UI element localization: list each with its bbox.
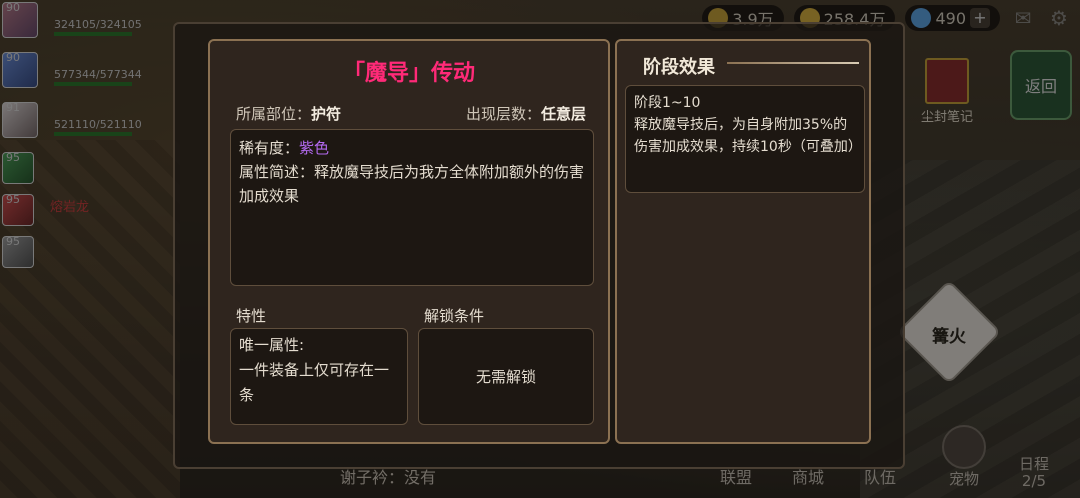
stage-range: 阶段1~10	[634, 95, 701, 111]
divider	[727, 62, 859, 64]
stage-title: 阶段效果	[643, 57, 715, 78]
stage-effect-box: 阶段1~10 释放魔导技后，为自身附加35%的伤害加成效果，持续10秒（可叠加）	[625, 85, 865, 193]
rune-layer: 出现层数：任意层	[466, 103, 586, 124]
slot-value: 护符	[311, 105, 342, 123]
unlock-text: 无需解锁	[475, 368, 536, 386]
layer-label: 出现层数：	[465, 105, 541, 123]
rune-title: 「魔导」传动	[342, 61, 475, 86]
stage-text: 释放魔导技后，为自身附加35%的伤害加成效果，持续10秒（可叠加）	[634, 117, 862, 155]
layer-value: 任意层	[540, 105, 586, 123]
trait-header: 特性	[236, 307, 267, 325]
rarity-label: 稀有度：	[239, 139, 300, 157]
stage-effects-card: 阶段效果 阶段1~10 释放魔导技后，为自身附加35%的伤害加成效果，持续10秒…	[615, 39, 871, 444]
unlock-box: 无需解锁	[418, 328, 594, 425]
rarity-value: 紫色	[299, 139, 330, 157]
slot-label: 所属部位：	[236, 105, 312, 123]
rune-description-box: 稀有度：紫色 属性简述：释放魔导技后为我方全体附加额外的伤害加成效果	[230, 129, 594, 286]
rune-slot: 所属部位：护符	[236, 103, 341, 124]
trait-box: 唯一属性: 一件装备上仅可存在一条	[230, 328, 408, 425]
rune-rarity: 稀有度：紫色	[239, 136, 585, 160]
rune-detail-card: 「魔导」传动 所属部位：护符 出现层数：任意层 稀有度：紫色 属性简述：释放魔导…	[208, 39, 610, 444]
trait-text: 唯一属性: 一件装备上仅可存在一条	[239, 336, 390, 404]
rune-description: 属性简述：释放魔导技后为我方全体附加额外的伤害加成效果	[239, 163, 585, 205]
unlock-header: 解锁条件	[424, 307, 485, 325]
